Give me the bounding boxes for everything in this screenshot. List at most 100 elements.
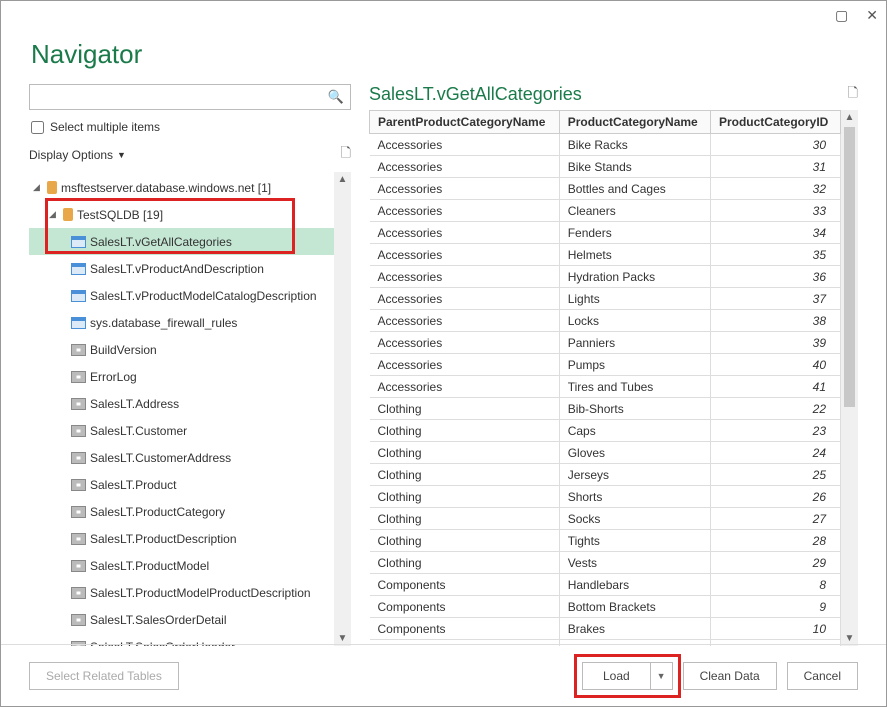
tree-object-node[interactable]: SalesLT.Product [29,471,334,498]
table-cell: 8 [710,574,840,596]
display-options-dropdown[interactable]: Display Options ▼ [29,148,126,162]
table-row[interactable]: ClothingBib-Shorts22 [370,398,841,420]
search-input[interactable] [36,90,328,104]
preview-scrollbar[interactable]: ▲ ▼ [841,110,858,646]
tree-object-node[interactable]: SalesLT.vProductAndDescription [29,255,334,282]
table-cell: Accessories [370,244,560,266]
refresh-icon[interactable]: 🗋 [341,144,351,166]
tree-object-node[interactable]: SalesLT.Address [29,390,334,417]
scroll-thumb[interactable] [844,127,855,407]
tree-scrollbar[interactable]: ▲ ▼ [334,172,351,646]
preview-table: ParentProductCategoryNameProductCategory… [369,110,841,646]
table-icon [71,452,86,464]
scroll-down-icon[interactable]: ▼ [338,633,348,644]
select-related-tables-button[interactable]: Select Related Tables [29,662,179,690]
object-tree[interactable]: ◢ msftestserver.database.windows.net [1]… [29,172,334,646]
scroll-up-icon[interactable]: ▲ [845,110,855,125]
maximize-icon[interactable]: ▢ [835,7,848,24]
close-icon[interactable]: ✕ [866,7,878,24]
clean-data-button[interactable]: Clean Data [683,662,777,690]
collapse-icon[interactable]: ◢ [49,209,59,220]
table-row[interactable]: ClothingShorts26 [370,486,841,508]
tree-server-node[interactable]: ◢ msftestserver.database.windows.net [1] [29,174,334,201]
table-row[interactable]: AccessoriesCleaners33 [370,200,841,222]
cancel-button[interactable]: Cancel [787,662,858,690]
navigator-window: ▢ ✕ Navigator 🔍 Select multiple items Di… [0,0,887,707]
table-row[interactable]: ComponentsHandlebars8 [370,574,841,596]
tree-object-node[interactable]: SalesLT.ProductCategory [29,498,334,525]
tree-object-node[interactable]: ErrorLog [29,363,334,390]
table-row[interactable]: ClothingVests29 [370,552,841,574]
load-button[interactable]: Load [582,662,650,690]
select-multiple-checkbox[interactable] [31,121,44,134]
column-header[interactable]: ParentProductCategoryName [370,111,560,134]
table-row[interactable]: AccessoriesBottles and Cages32 [370,178,841,200]
load-button-group: Load ▼ [582,662,673,690]
column-header[interactable]: ProductCategoryName [559,111,710,134]
table-cell: Vests [559,552,710,574]
table-icon [71,533,86,545]
table-cell: 39 [710,332,840,354]
table-cell: 27 [710,508,840,530]
table-cell: Accessories [370,310,560,332]
tree-object-node[interactable]: BuildVersion [29,336,334,363]
column-header[interactable]: ProductCategoryID [710,111,840,134]
table-cell: 37 [710,288,840,310]
search-icon[interactable]: 🔍 [328,89,344,105]
tree-database-node[interactable]: ◢ TestSQLDB [19] [29,201,334,228]
tree-object-node[interactable]: SalesLT.ProductModelProductDescription [29,579,334,606]
table-icon [71,425,86,437]
table-cell: 40 [710,354,840,376]
tree-item-label: ErrorLog [90,370,137,384]
select-multiple-row[interactable]: Select multiple items [29,120,351,134]
table-cell: Clothing [370,420,560,442]
tree-object-node[interactable]: SalesLT.ProductModel [29,552,334,579]
table-cell: Components [370,596,560,618]
table-cell: 34 [710,222,840,244]
table-row[interactable]: AccessoriesLights37 [370,288,841,310]
tree-object-node[interactable]: SalesLT.ProductDescription [29,525,334,552]
table-cell: Gloves [559,442,710,464]
table-cell: Clothing [370,530,560,552]
tree-object-node[interactable]: SalesLT.vGetAllCategories [29,228,334,255]
tree-object-node[interactable]: SalesLT.CustomerAddress [29,444,334,471]
load-dropdown-button[interactable]: ▼ [650,662,673,690]
table-icon [71,344,86,356]
table-row[interactable]: AccessoriesLocks38 [370,310,841,332]
table-row[interactable]: ClothingGloves24 [370,442,841,464]
table-cell: Accessories [370,200,560,222]
table-cell: Accessories [370,222,560,244]
table-row[interactable]: AccessoriesBike Stands31 [370,156,841,178]
table-row[interactable]: AccessoriesHydration Packs36 [370,266,841,288]
titlebar: ▢ ✕ [1,1,886,29]
search-box[interactable]: 🔍 [29,84,351,110]
table-row[interactable]: ClothingSocks27 [370,508,841,530]
table-row[interactable]: ComponentsBottom Brackets9 [370,596,841,618]
tree-object-node[interactable]: SalesLT.vProductModelCatalogDescription [29,282,334,309]
table-cell: 35 [710,244,840,266]
table-icon [71,560,86,572]
left-pane: 🔍 Select multiple items Display Options … [29,84,351,646]
table-row[interactable]: AccessoriesBike Racks30 [370,134,841,156]
table-row[interactable]: ClothingCaps23 [370,420,841,442]
table-cell: 10 [710,618,840,640]
table-row[interactable]: AccessoriesHelmets35 [370,244,841,266]
tree-object-node[interactable]: SalesLT.Customer [29,417,334,444]
table-row[interactable]: ComponentsBrakes10 [370,618,841,640]
table-row[interactable]: AccessoriesFenders34 [370,222,841,244]
preview-options-icon[interactable]: 🗋 [848,84,858,106]
collapse-icon[interactable]: ◢ [33,182,43,193]
tree-object-node[interactable]: sys.database_firewall_rules [29,309,334,336]
table-cell: Bike Stands [559,156,710,178]
table-row[interactable]: AccessoriesTires and Tubes41 [370,376,841,398]
scroll-up-icon[interactable]: ▲ [338,174,348,185]
table-row[interactable]: AccessoriesPumps40 [370,354,841,376]
table-icon [71,398,86,410]
table-row[interactable]: ClothingJerseys25 [370,464,841,486]
table-row[interactable]: AccessoriesPanniers39 [370,332,841,354]
table-cell: Caps [559,420,710,442]
table-cell: Tights [559,530,710,552]
tree-object-node[interactable]: SalesLT.SalesOrderDetail [29,606,334,633]
database-icon [63,208,73,221]
table-row[interactable]: ClothingTights28 [370,530,841,552]
